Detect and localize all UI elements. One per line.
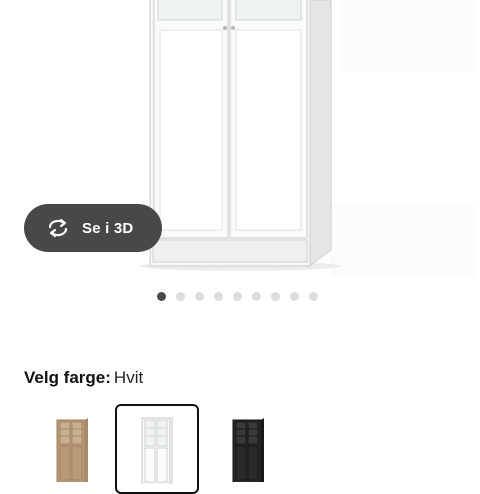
view-3d-button[interactable]: Se i 3D	[24, 204, 162, 252]
carousel-dots	[157, 292, 318, 301]
color-picker-label: Velg farge:	[24, 368, 111, 387]
carousel-dot[interactable]	[195, 292, 204, 301]
oak-bookcase-thumbnail	[56, 418, 88, 482]
selected-color-value: Hvit	[113, 368, 144, 387]
black-bookcase-thumbnail	[232, 418, 264, 482]
carousel-dot[interactable]	[157, 292, 166, 301]
rotate-3d-icon	[44, 218, 72, 238]
carousel-dot[interactable]	[233, 292, 242, 301]
view-3d-label: Se i 3D	[82, 219, 134, 237]
carousel-dot[interactable]	[214, 292, 223, 301]
white-bookcase-thumbnail	[141, 416, 173, 484]
carousel-dot[interactable]	[290, 292, 299, 301]
carousel-dot[interactable]	[309, 292, 318, 301]
color-picker-heading: Velg farge: Hvit	[24, 366, 143, 390]
color-swatch-oak[interactable]	[30, 404, 114, 494]
product-image[interactable]: Se i 3D	[0, 0, 480, 285]
carousel-dot[interactable]	[176, 292, 185, 301]
carousel-dot[interactable]	[271, 292, 280, 301]
color-swatch-white[interactable]	[115, 404, 199, 494]
color-swatch-black[interactable]	[206, 404, 290, 494]
carousel-dot[interactable]	[252, 292, 261, 301]
